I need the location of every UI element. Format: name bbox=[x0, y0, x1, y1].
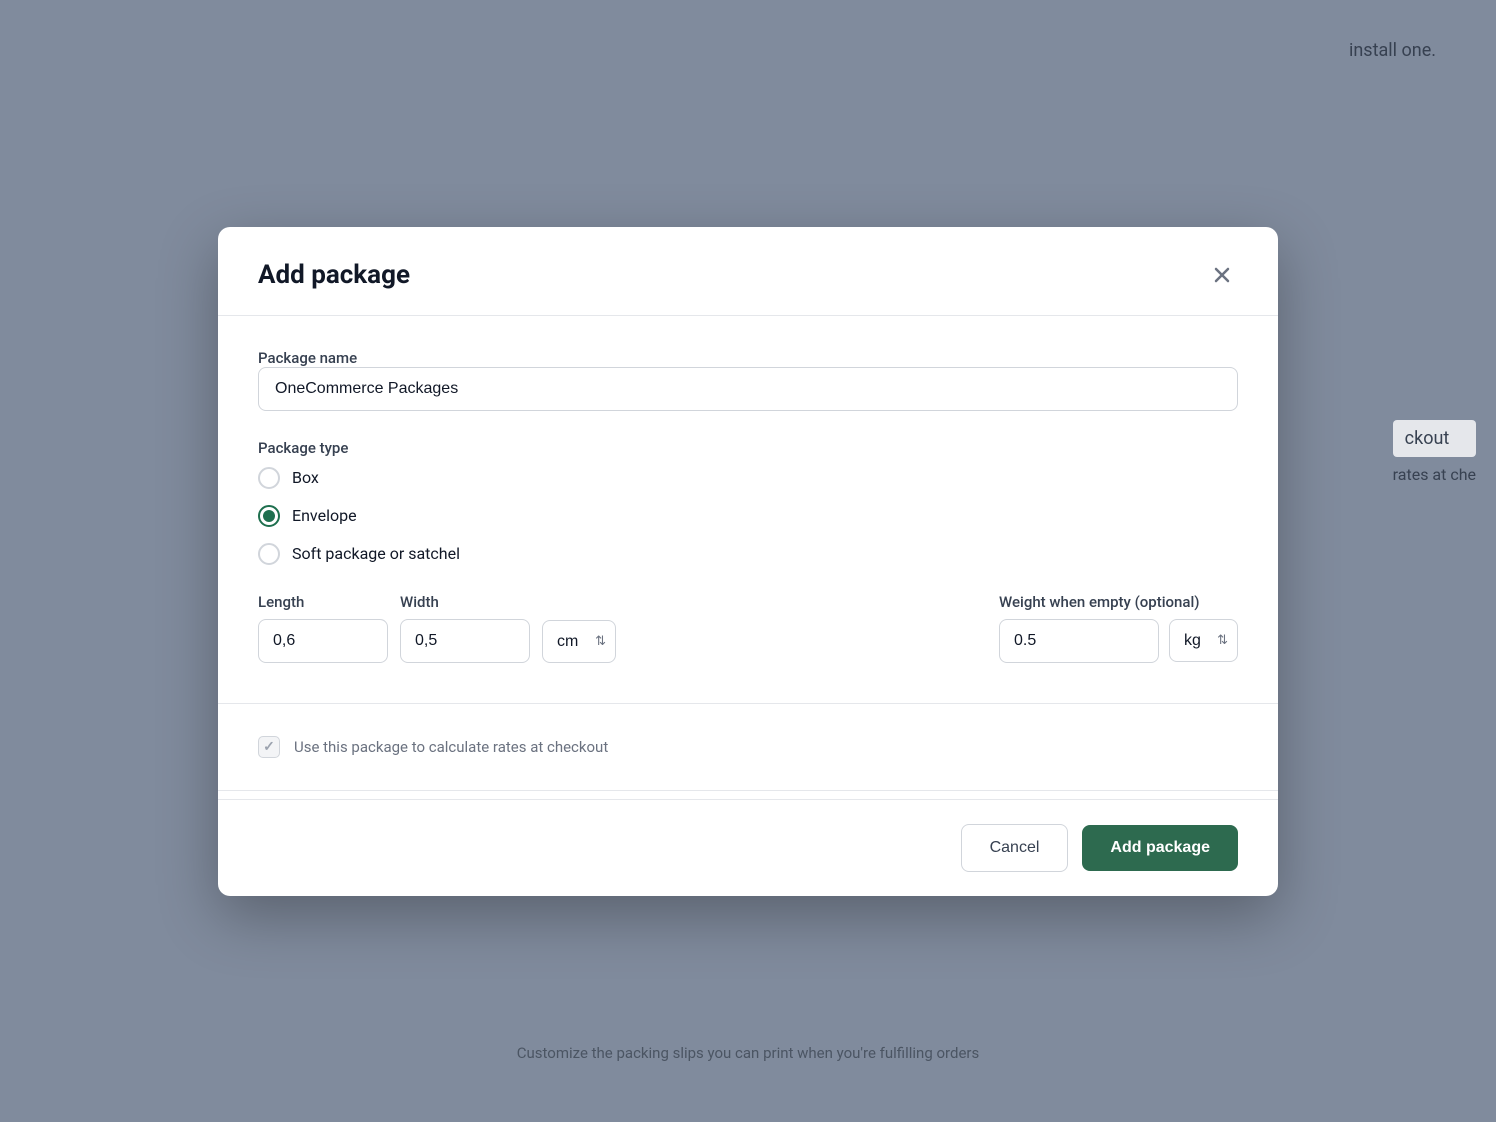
length-field: Length bbox=[258, 593, 388, 663]
bg-bottom-text: Customize the packing slips you can prin… bbox=[0, 1044, 1496, 1062]
weight-group: Weight when empty (optional) kg lb bbox=[999, 593, 1238, 663]
width-input[interactable] bbox=[400, 619, 530, 663]
radio-option-box[interactable]: Box bbox=[258, 467, 1238, 489]
weight-input[interactable] bbox=[999, 619, 1159, 663]
package-name-input[interactable] bbox=[258, 367, 1238, 411]
weight-label: Weight when empty (optional) bbox=[999, 593, 1238, 611]
package-type-radio-group: Box Envelope Soft package or satchel bbox=[258, 467, 1238, 565]
weight-unit-select[interactable]: kg lb bbox=[1169, 619, 1238, 662]
radio-envelope-label: Envelope bbox=[292, 506, 357, 525]
weight-unit-wrapper: kg lb bbox=[1169, 619, 1238, 662]
width-field: Width bbox=[400, 593, 530, 663]
checkbox-checkmark: ✓ bbox=[263, 739, 275, 755]
radio-envelope bbox=[258, 505, 280, 527]
modal-backdrop: Add package Package name Package type bbox=[0, 0, 1496, 1122]
dimension-unit-select[interactable]: cm in bbox=[542, 620, 616, 663]
package-type-label: Package type bbox=[258, 439, 1238, 457]
radio-box bbox=[258, 467, 280, 489]
modal-title: Add package bbox=[258, 260, 410, 290]
package-name-field: Package name bbox=[258, 348, 1238, 411]
checkout-checkbox-row[interactable]: ✓ Use this package to calculate rates at… bbox=[218, 712, 1278, 782]
dimensions-row: Length Width cm in Weight bbox=[258, 593, 1238, 663]
radio-box-label: Box bbox=[292, 468, 319, 487]
radio-option-soft[interactable]: Soft package or satchel bbox=[258, 543, 1238, 565]
unit-field: cm in bbox=[542, 620, 616, 663]
bg-mid-right-text: ckout rates at che bbox=[1393, 420, 1476, 484]
modal-body: Package name Package type Box bbox=[218, 316, 1278, 695]
cancel-button[interactable]: Cancel bbox=[961, 824, 1069, 872]
bg-top-right-text: install one. bbox=[1349, 40, 1436, 61]
close-icon bbox=[1210, 263, 1234, 287]
add-package-button[interactable]: Add package bbox=[1082, 825, 1238, 871]
checkout-checkbox[interactable]: ✓ bbox=[258, 736, 280, 758]
radio-envelope-inner bbox=[263, 510, 275, 522]
add-package-modal: Add package Package name Package type bbox=[218, 227, 1278, 896]
checkout-checkbox-label: Use this package to calculate rates at c… bbox=[294, 738, 608, 756]
package-name-label: Package name bbox=[258, 349, 357, 367]
close-button[interactable] bbox=[1206, 259, 1238, 291]
length-input[interactable] bbox=[258, 619, 388, 663]
divider-1 bbox=[218, 703, 1278, 704]
package-type-field: Package type Box Envelope bbox=[258, 439, 1238, 565]
divider-2 bbox=[218, 790, 1278, 791]
radio-option-envelope[interactable]: Envelope bbox=[258, 505, 1238, 527]
unit-select-wrapper: cm in bbox=[542, 620, 616, 663]
weight-inputs: kg lb bbox=[999, 619, 1238, 663]
radio-soft-label: Soft package or satchel bbox=[292, 544, 460, 563]
modal-header: Add package bbox=[218, 227, 1278, 316]
width-label: Width bbox=[400, 593, 530, 611]
length-label: Length bbox=[258, 593, 388, 611]
modal-footer: Cancel Add package bbox=[218, 799, 1278, 896]
radio-soft bbox=[258, 543, 280, 565]
